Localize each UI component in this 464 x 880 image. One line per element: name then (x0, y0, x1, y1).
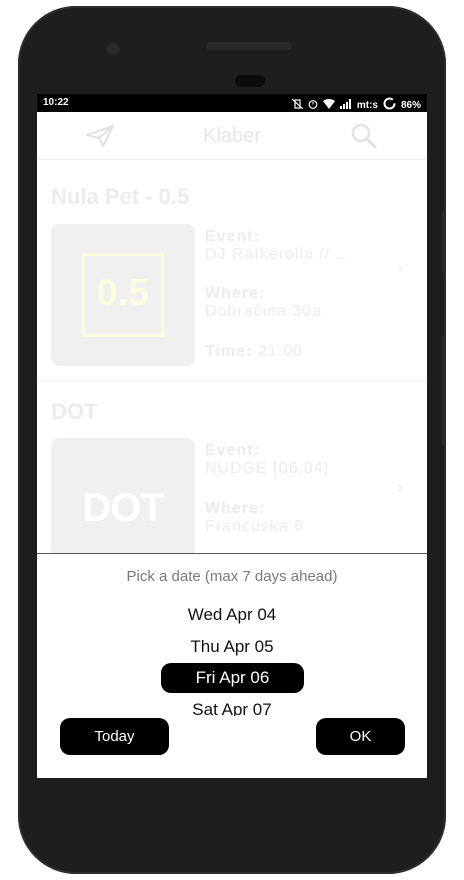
app-bar: Klaber (37, 112, 427, 160)
venue-logo: 0.5 (51, 224, 195, 366)
date-option[interactable]: Thu Apr 05 (37, 637, 427, 657)
date-picker-sheet: Pick a date (max 7 days ahead) Wed Apr 0… (37, 553, 427, 778)
front-camera (106, 42, 120, 56)
carrier-label: mt:s (356, 99, 378, 111)
battery-percent: 86% (400, 99, 421, 111)
event-info: Event: DJ Ratkerolla // ... Where: Dobra… (205, 228, 352, 361)
where-label: Where: (205, 500, 266, 517)
speaker-grille (206, 42, 292, 50)
where-label: Where: (205, 285, 266, 302)
date-option[interactable]: Sat Apr 07 (37, 700, 427, 716)
time-value: 21:00 (257, 343, 303, 360)
chevron-right-icon: › (397, 477, 403, 497)
date-option-selected[interactable]: Fri Apr 06 (161, 663, 304, 693)
venue-name: Nula Pet - 0.5 (51, 184, 190, 209)
where-value: Francuska 6 (205, 518, 305, 535)
earpiece (235, 75, 265, 87)
time-label: Time: (205, 343, 253, 360)
logo-text: 0.5 (96, 272, 150, 314)
vibrate-icon (291, 98, 304, 112)
event-info: Event: NUDGE [06.04] Where: Francuska 6 (205, 442, 329, 536)
chevron-right-icon: › (397, 258, 403, 278)
picker-prompt: Pick a date (max 7 days ahead) (126, 568, 338, 585)
event-label: Event: (205, 228, 260, 245)
volume-button (442, 211, 446, 273)
status-bar: 10:22 mt:s 86% (37, 94, 427, 112)
today-button[interactable]: Today (60, 718, 169, 755)
event-value: DJ Ratkerolla // ... (205, 246, 353, 263)
signal-icon (339, 98, 352, 112)
venue-card[interactable]: Nula Pet - 0.5 0.5 Event: DJ Ratkerolla … (37, 160, 427, 381)
event-label: Event: (205, 442, 260, 459)
venue-name: DOT (51, 399, 98, 424)
logo-text: DOT (82, 486, 164, 530)
search-icon[interactable] (351, 123, 377, 154)
where-value: Dobračina 30a (205, 303, 323, 320)
status-time: 10:22 (43, 97, 69, 108)
date-option[interactable]: Wed Apr 04 (37, 605, 427, 625)
ok-button[interactable]: OK (316, 718, 405, 755)
power-button (442, 336, 446, 446)
date-wheel[interactable]: Wed Apr 04 Thu Apr 05 Fri Apr 06 Sat Apr… (37, 596, 427, 716)
alarm-icon (308, 99, 318, 112)
venue-logo: DOT (51, 438, 195, 558)
battery-ring-icon (383, 97, 396, 113)
app-screen: 10:22 mt:s 86% Klaber Nula Pet - 0.5 0.5… (37, 94, 427, 778)
venue-card[interactable]: DOT DOT Event: NUDGE [06.04] Where: Fran… (37, 381, 427, 561)
wifi-icon (322, 98, 335, 112)
event-value: NUDGE [06.04] (205, 460, 330, 477)
